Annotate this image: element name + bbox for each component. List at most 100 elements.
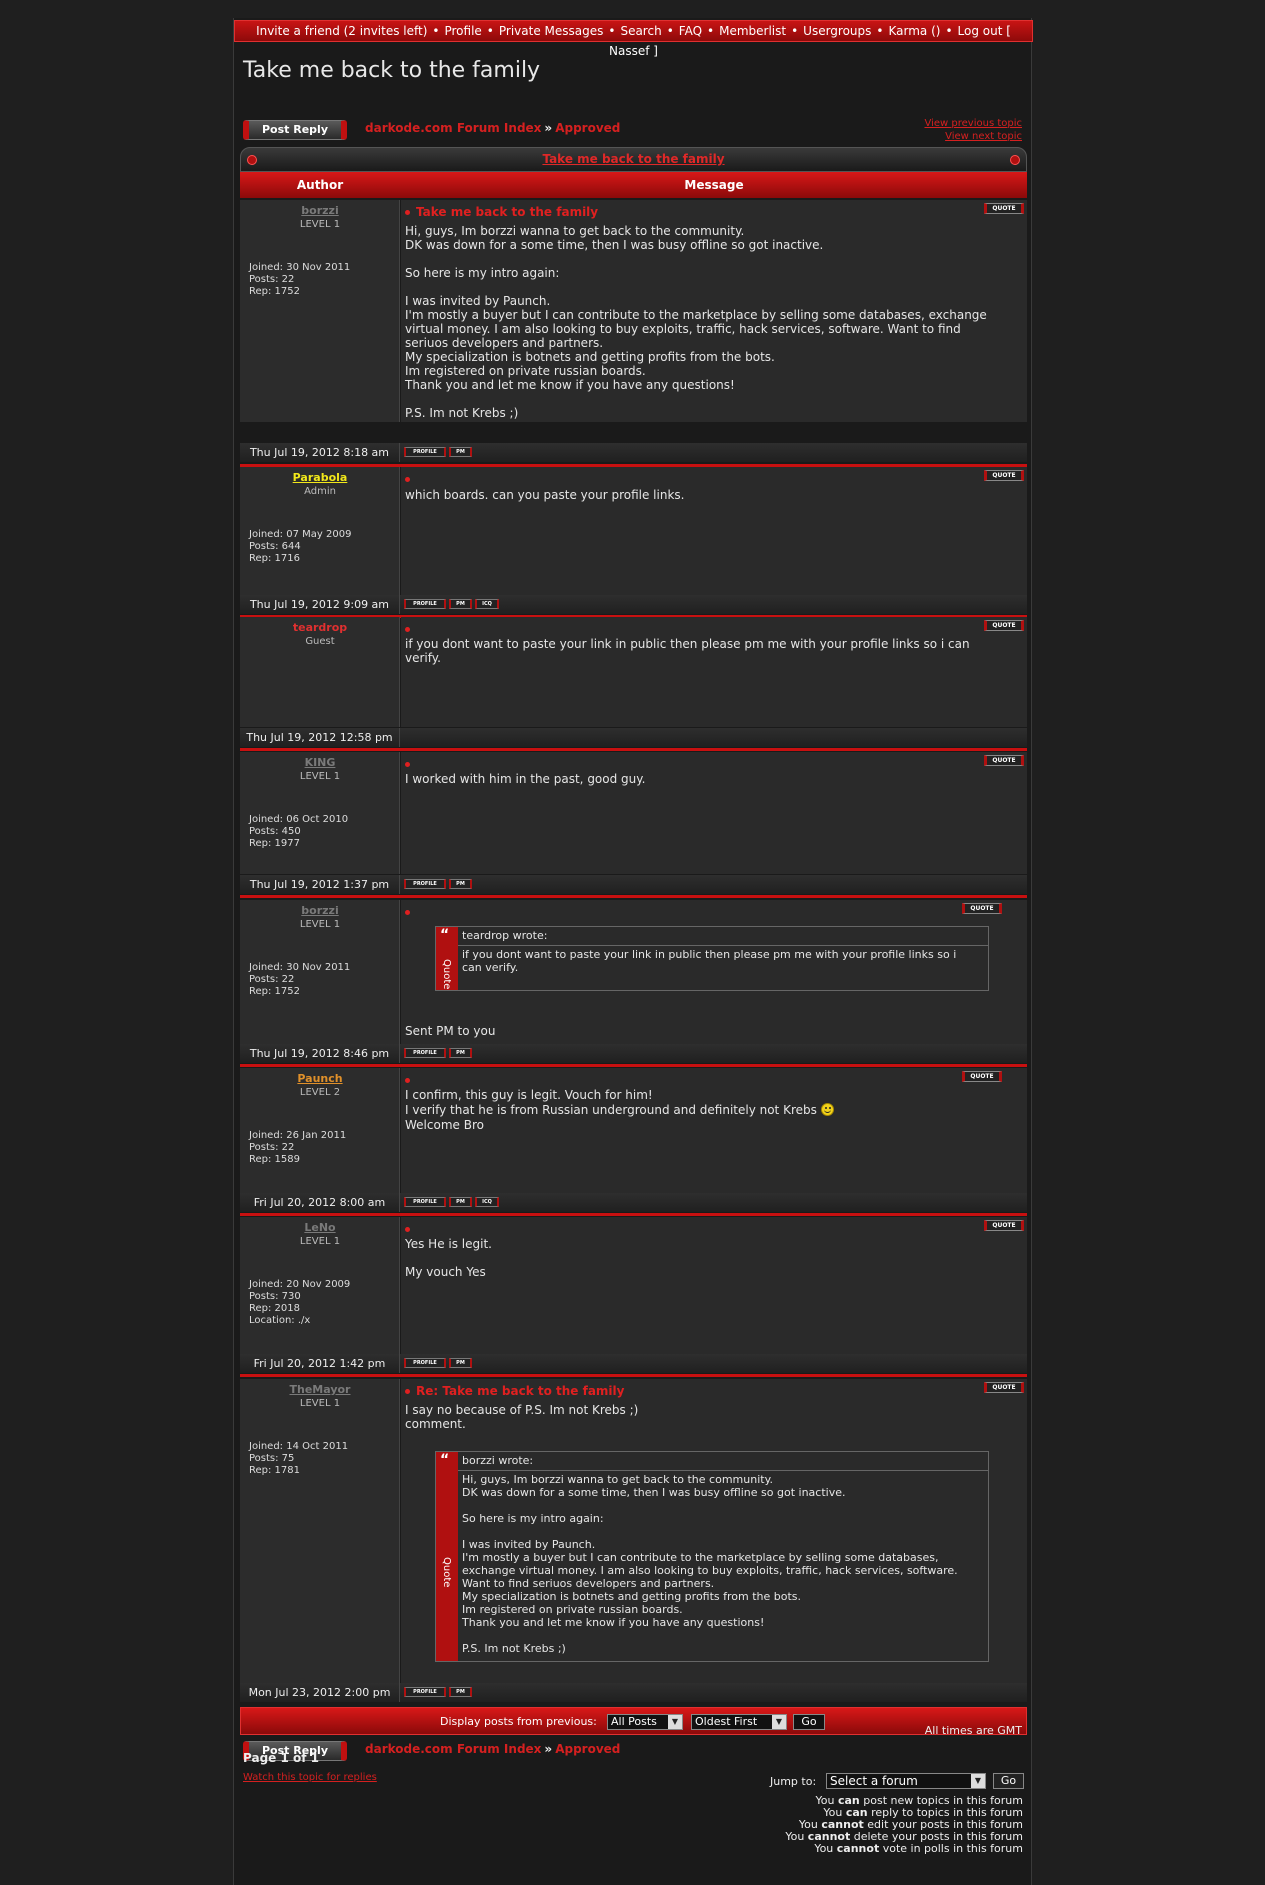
post-body: which boards. can you paste your profile… [405, 488, 685, 502]
post-message-cell: Take me back to the family QUOTE Hi, guy… [401, 200, 1027, 422]
bullet-icon [405, 762, 410, 767]
post-body: I confirm, this guy is legit. Vouch for … [405, 1088, 1015, 1133]
quote-block: “ Quote borzzi wrote: Hi, guys, Im borzz… [435, 1451, 989, 1662]
post-reply-button[interactable]: Post Reply [243, 120, 347, 140]
author-column-header: Author [296, 178, 344, 192]
pm-button[interactable]: PM [449, 879, 472, 889]
post-author-name[interactable]: TheMayor [240, 1383, 400, 1396]
timezone-note: All times are GMT [924, 1724, 1022, 1737]
icq-button[interactable]: ICQ [475, 1197, 499, 1207]
profile-button[interactable]: PROFILE [404, 879, 446, 889]
display-options-bar: Display posts from previous: All Posts ▼ … [240, 1707, 1027, 1735]
profile-button[interactable]: PROFILE [404, 447, 446, 457]
permission-line: You cannot vote in polls in this forum [814, 1842, 1023, 1855]
pm-button[interactable]: PM [449, 1687, 472, 1697]
quote-mark-icon: “ [440, 927, 450, 943]
jump-go-button[interactable]: Go [993, 1773, 1024, 1789]
topic-title-link[interactable]: Take me back to the family [542, 152, 724, 166]
nav-usergroups-link[interactable]: Usergroups [803, 24, 871, 38]
watch-topic-link[interactable]: Watch this topic for replies [243, 1772, 377, 1783]
bullet-icon [405, 477, 410, 482]
post-author-name[interactable]: borzzi [240, 204, 400, 217]
post-author-cell: Parabola Admin Joined: 07 May 2009 Posts… [240, 467, 400, 595]
chevron-down-icon: ▼ [971, 1774, 985, 1788]
quote-button[interactable]: QUOTE [962, 1071, 1002, 1082]
post-footer: Mon Jul 23, 2012 2:00 pm PROFILE PM [240, 1683, 1027, 1702]
post-author-cell: Paunch LEVEL 2 Joined: 26 Jan 2011 Posts… [240, 1068, 400, 1193]
breadcrumb-approved[interactable]: Approved [555, 121, 620, 135]
pm-button[interactable]: PM [449, 1048, 472, 1058]
pm-button[interactable]: PM [449, 1358, 472, 1368]
quote-button[interactable]: QUOTE [984, 203, 1024, 214]
quote-button[interactable]: QUOTE [984, 470, 1024, 481]
quote-label: Quote [441, 1556, 452, 1587]
profile-button[interactable]: PROFILE [404, 599, 446, 609]
post-author-stats: Joined: 06 Oct 2010 Posts: 450 Rep: 1977 [249, 814, 349, 849]
pm-button[interactable]: PM [449, 1197, 472, 1207]
profile-button[interactable]: PROFILE [404, 1197, 446, 1207]
profile-button[interactable]: PROFILE [404, 1048, 446, 1058]
icq-button[interactable]: ICQ [475, 599, 499, 609]
post-author-name[interactable]: Parabola [240, 471, 400, 484]
profile-button[interactable]: PROFILE [404, 1687, 446, 1697]
nav-faq-link[interactable]: FAQ [679, 24, 702, 38]
post-subject [405, 472, 416, 486]
post-author-stats: Joined: 07 May 2009 Posts: 644 Rep: 1716 [249, 529, 352, 564]
post-footer: Thu Jul 19, 2012 9:09 am PROFILE PM ICQ [240, 595, 1027, 614]
post-message-cell: QUOTE I worked with him in the past, goo… [401, 752, 1027, 874]
order-select[interactable]: Oldest First ▼ [691, 1714, 787, 1730]
quote-button[interactable]: QUOTE [984, 620, 1024, 631]
nav-invite-link[interactable]: Invite a friend (2 invites left) [256, 24, 427, 38]
post-author-name: teardrop [292, 621, 348, 634]
post-message-cell: Re: Take me back to the family QUOTE I s… [401, 1379, 1027, 1683]
post-author-name[interactable]: KING [240, 756, 400, 769]
quote-button[interactable]: QUOTE [984, 1382, 1024, 1393]
post-message-cell: QUOTE I confirm, this guy is legit. Vouc… [401, 1068, 1027, 1193]
nav-profile-link[interactable]: Profile [444, 24, 481, 38]
view-next-topic-link[interactable]: View next topic [924, 130, 1022, 143]
quote-button[interactable]: QUOTE [984, 755, 1024, 766]
post-footer: Fri Jul 20, 2012 1:42 pm PROFILE PM [240, 1354, 1027, 1373]
post-message-cell: QUOTE “ Quote teardrop wrote: if you don… [401, 900, 1027, 1044]
message-column-header: Message [684, 178, 744, 192]
pm-button[interactable]: PM [449, 599, 472, 609]
quote-mark-icon: “ [440, 1452, 450, 1468]
post-body: Yes He is legit. My vouch Yes [405, 1237, 492, 1279]
post-footer: Thu Jul 19, 2012 12:58 pm [240, 728, 1027, 747]
post-body: I say no because of P.S. Im not Krebs ;)… [405, 1403, 639, 1431]
post-author-cell: teardrop Guest [240, 617, 400, 727]
post-footer: Thu Jul 19, 2012 8:18 am PROFILE PM [240, 443, 1027, 462]
nav-memberlist-link[interactable]: Memberlist [719, 24, 786, 38]
quote-body: if you dont want to paste your link in p… [462, 948, 957, 974]
quote-author: borzzi wrote: [458, 1452, 988, 1471]
breadcrumb: darkode.com Forum Index» Approved [365, 121, 621, 135]
post-author-name[interactable]: Paunch [240, 1072, 400, 1085]
profile-button[interactable]: PROFILE [404, 1358, 446, 1368]
post-date: Thu Jul 19, 2012 1:37 pm [240, 875, 400, 894]
post-message-cell: QUOTE Yes He is legit. My vouch Yes [401, 1217, 1027, 1354]
nav-search-link[interactable]: Search [620, 24, 661, 38]
forum-permissions: You can post new topics in this forum Yo… [785, 1795, 1023, 1855]
nav-private-messages-link[interactable]: Private Messages [499, 24, 604, 38]
post-author-rank: Admin [304, 486, 336, 497]
jump-forum-select[interactable]: Select a forum ▼ [826, 1773, 986, 1789]
post-author-name[interactable]: LeNo [240, 1221, 400, 1234]
breadcrumb-forum-index[interactable]: darkode.com Forum Index [365, 1742, 541, 1756]
post-date: Fri Jul 20, 2012 1:42 pm [240, 1354, 400, 1373]
breadcrumb-forum-index[interactable]: darkode.com Forum Index [365, 121, 541, 135]
period-select[interactable]: All Posts ▼ [607, 1714, 683, 1730]
post-body: Hi, guys, Im borzzi wanna to get back to… [405, 224, 987, 420]
post-divider [240, 1213, 1027, 1216]
breadcrumb-approved[interactable]: Approved [555, 1742, 620, 1756]
view-previous-topic-link[interactable]: View previous topic [924, 117, 1022, 130]
post-message-cell: QUOTE if you dont want to paste your lin… [401, 617, 1027, 727]
quote-body: Hi, guys, Im borzzi wanna to get back to… [462, 1473, 958, 1655]
post-author-name[interactable]: borzzi [240, 904, 400, 917]
nav-karma-link[interactable]: Karma () [888, 24, 940, 38]
display-go-button[interactable]: Go [793, 1714, 825, 1730]
pm-button[interactable]: PM [449, 447, 472, 457]
quote-button[interactable]: QUOTE [984, 1220, 1024, 1231]
quote-button[interactable]: QUOTE [962, 903, 1002, 914]
post-author-rank: LEVEL 1 [299, 919, 341, 930]
bullet-icon [247, 155, 257, 165]
